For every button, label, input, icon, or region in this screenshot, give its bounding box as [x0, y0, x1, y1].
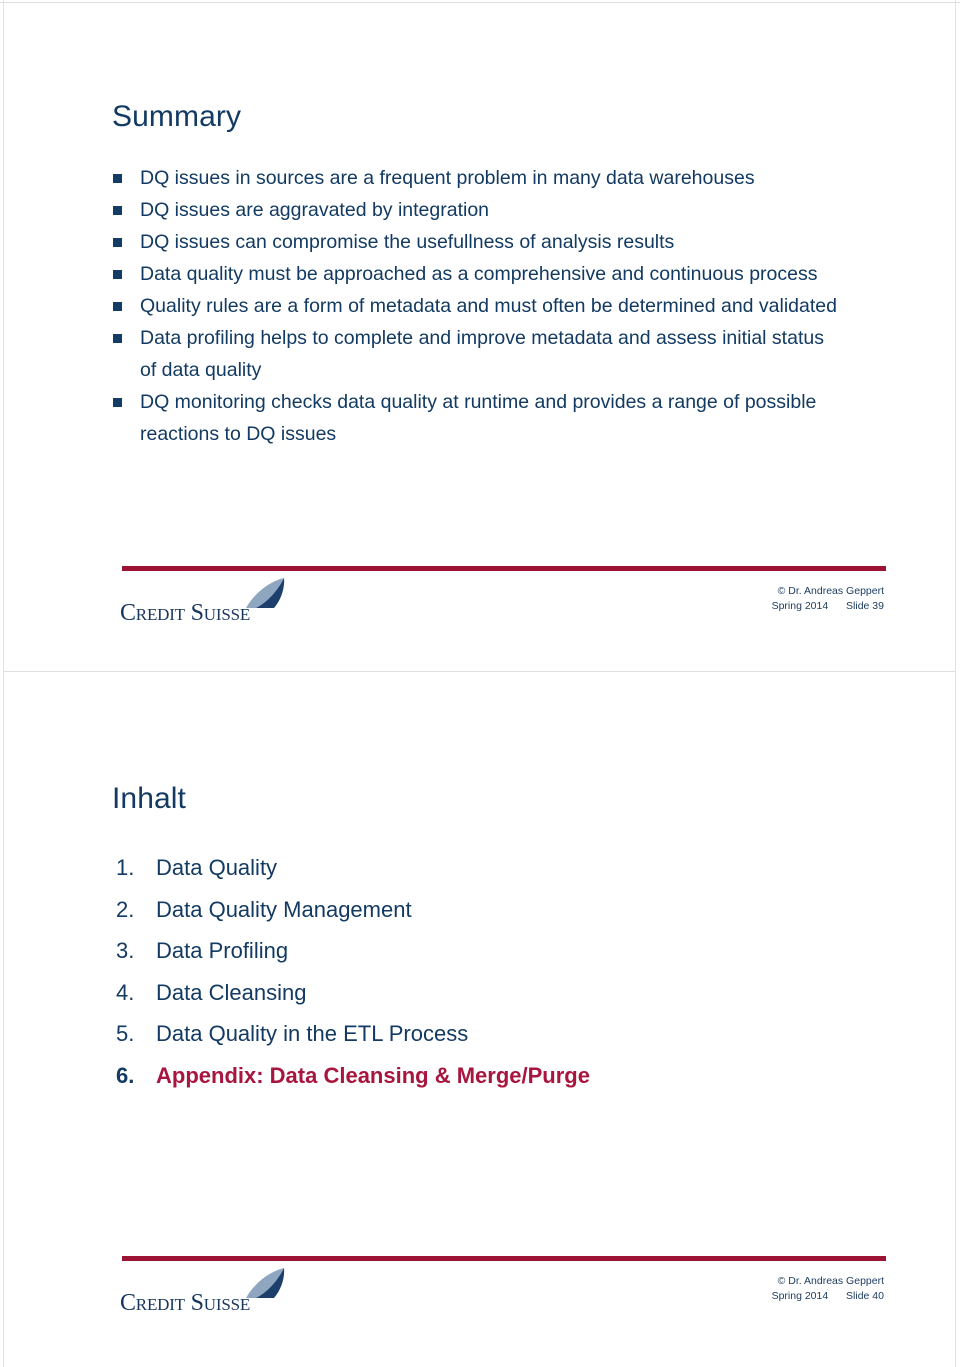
square-bullet-icon	[113, 302, 122, 311]
credit-suisse-logo: Credit Suisse	[120, 578, 320, 628]
inhalt-numbered-list: 1. Data Quality 2. Data Quality Management 3…	[114, 847, 834, 1096]
sail-swoosh-icon	[246, 1268, 285, 1298]
square-bullet-icon	[113, 174, 122, 183]
list-item: Quality rules are a form of metadata and…	[112, 290, 842, 322]
list-item-number: 2.	[116, 896, 135, 922]
list-item-label: DQ issues in sources are a frequent prob…	[140, 167, 755, 189]
credit-suisse-wordmark: Credit Suisse	[120, 1290, 251, 1316]
square-bullet-icon	[113, 334, 122, 343]
list-item: Data quality must be approached as a com…	[112, 258, 842, 290]
list-item-label: Data profiling helps to complete and imp…	[140, 327, 824, 381]
page-title: Inhalt	[112, 782, 186, 816]
footer-slide-number: Slide 40	[846, 1289, 884, 1302]
footer-term-slide: Spring 2014 Slide 40	[772, 1289, 884, 1304]
list-item-label: Data Quality	[156, 855, 278, 880]
footer-rule	[122, 1256, 886, 1261]
list-item-label: Data Quality in the ETL Process	[156, 1021, 469, 1046]
list-item: 5. Data Quality in the ETL Process	[114, 1013, 834, 1055]
list-item: DQ monitoring checks data quality at run…	[112, 386, 842, 450]
square-bullet-icon	[113, 238, 122, 247]
square-bullet-icon	[113, 206, 122, 215]
footer-slide-number: Slide 39	[846, 599, 884, 612]
list-item: 4. Data Cleansing	[114, 972, 834, 1014]
slide-footer: Credit Suisse © Dr. Andreas Geppert Spri…	[0, 566, 960, 636]
footer-rule	[122, 566, 886, 571]
footer-term: Spring 2014	[771, 599, 829, 612]
list-item-label: DQ issues can compromise the usefullness…	[140, 231, 675, 253]
list-item-label: Data Cleansing	[156, 979, 307, 1005]
footer-copyright: © Dr. Andreas Geppert	[777, 1275, 884, 1287]
list-item-number: 5.	[116, 1021, 135, 1046]
list-item-number: 4.	[116, 979, 135, 1005]
list-item: Data profiling helps to complete and imp…	[112, 322, 842, 386]
list-item-label: Data Quality Management	[156, 896, 412, 922]
credit-suisse-logo: Credit Suisse	[120, 1268, 320, 1318]
footer-credit-block: © Dr. Andreas Geppert Spring 2014 Slide …	[772, 1274, 884, 1303]
slide-summary: Summary DQ issues in sources are a frequ…	[0, 0, 960, 660]
list-item: 3. Data Profiling	[114, 930, 834, 972]
footer-term-slide: Spring 2014 Slide 39	[772, 599, 884, 614]
footer-credit-block: © Dr. Andreas Geppert Spring 2014 Slide …	[772, 584, 884, 613]
slide-footer: Credit Suisse © Dr. Andreas Geppert Spri…	[0, 1256, 960, 1326]
list-item-label: Data Profiling	[156, 938, 289, 963]
list-item-number: 3.	[116, 938, 135, 963]
slide-inhalt: Inhalt 1. Data Quality 2. Data Quality Mana…	[0, 672, 960, 1367]
list-item-number: 6.	[116, 1062, 135, 1088]
square-bullet-icon	[113, 270, 122, 279]
page-title: Summary	[112, 100, 242, 134]
list-item: 6. Appendix: Data Cleansing & Merge/Purge	[114, 1055, 834, 1097]
credit-suisse-wordmark: Credit Suisse	[120, 600, 251, 626]
list-item: DQ issues can compromise the usefullness…	[112, 226, 842, 258]
square-bullet-icon	[113, 398, 122, 407]
list-item-label: DQ monitoring checks data quality at run…	[140, 391, 817, 445]
list-item-label: Data quality must be approached as a com…	[140, 263, 818, 285]
footer-copyright: © Dr. Andreas Geppert	[777, 585, 884, 597]
list-item-label: DQ issues are aggravated by integration	[140, 199, 490, 221]
list-item: 2. Data Quality Management	[114, 889, 834, 931]
list-item: 1. Data Quality	[114, 847, 834, 889]
list-item: DQ issues are aggravated by integration	[112, 194, 842, 226]
summary-bullet-list: DQ issues in sources are a frequent prob…	[112, 162, 842, 450]
footer-term: Spring 2014	[771, 1289, 829, 1302]
list-item-label: Quality rules are a form of metadata and…	[140, 295, 837, 317]
list-item: DQ issues in sources are a frequent prob…	[112, 162, 842, 194]
list-item-label: Appendix: Data Cleansing & Merge/Purge	[156, 1062, 590, 1088]
list-item-number: 1.	[116, 855, 135, 880]
sail-swoosh-icon	[246, 578, 285, 608]
